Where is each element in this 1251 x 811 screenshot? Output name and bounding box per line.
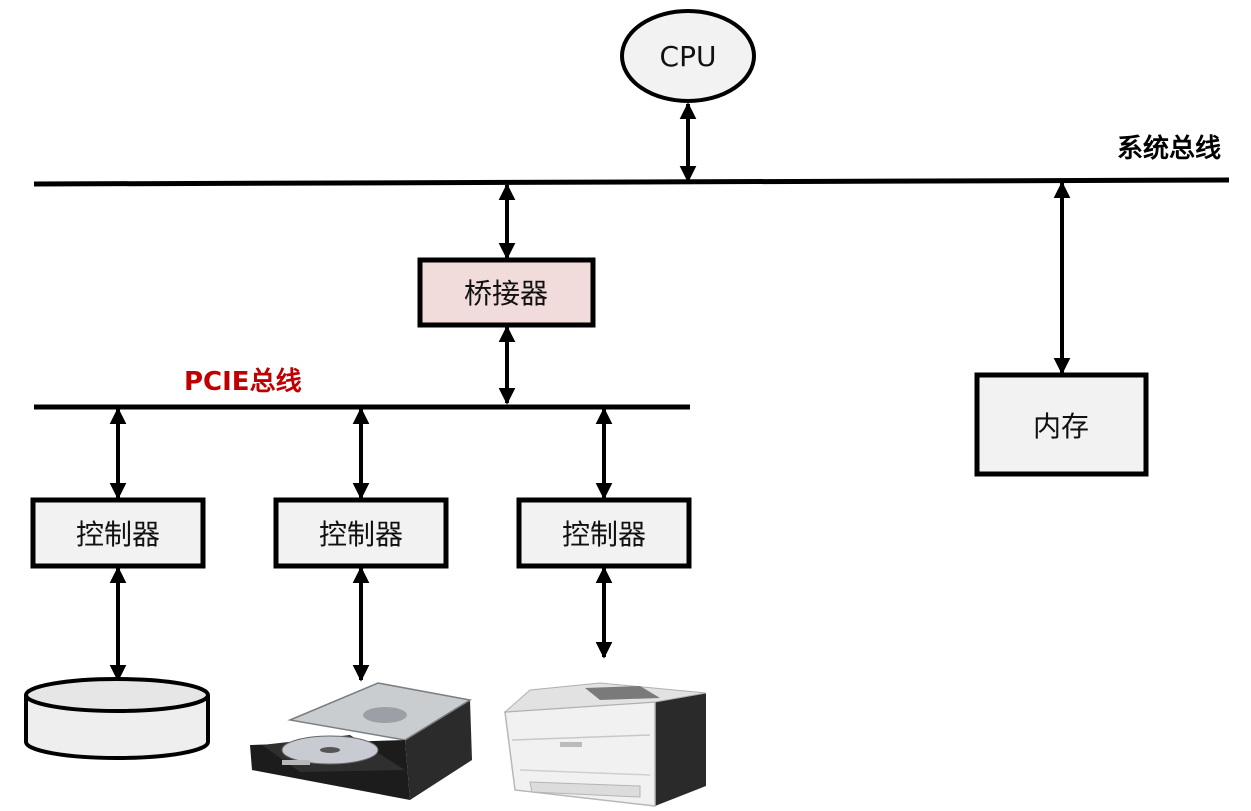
- cpu-node: CPU: [620, 9, 756, 103]
- controller-label: 控制器: [76, 518, 160, 551]
- system-bus-line: [33, 177, 1230, 187]
- controller-node-1: 控制器: [30, 497, 206, 569]
- bridge-label: 桥接器: [464, 277, 548, 310]
- optical-drive-icon: [250, 682, 473, 800]
- memory-label: 内存: [1033, 410, 1089, 443]
- bus-architecture-diagram: CPU 系统总线 桥接器 内存 PCIE总线 控制器 控制器 控制器: [24, 9, 1230, 807]
- pcie-bus-label: PCIE总线: [184, 367, 302, 397]
- controller-node-3: 控制器: [516, 497, 692, 569]
- cpu-label: CPU: [660, 40, 717, 73]
- disk-icon: [24, 677, 210, 760]
- controller-label: 控制器: [562, 518, 646, 551]
- system-bus-label: 系统总线: [1117, 133, 1221, 164]
- controller-label: 控制器: [319, 518, 403, 551]
- controller-node-2: 控制器: [273, 497, 449, 569]
- bridge-node: 桥接器: [417, 257, 596, 328]
- memory-node: 内存: [974, 372, 1149, 477]
- printer-icon: [503, 682, 707, 807]
